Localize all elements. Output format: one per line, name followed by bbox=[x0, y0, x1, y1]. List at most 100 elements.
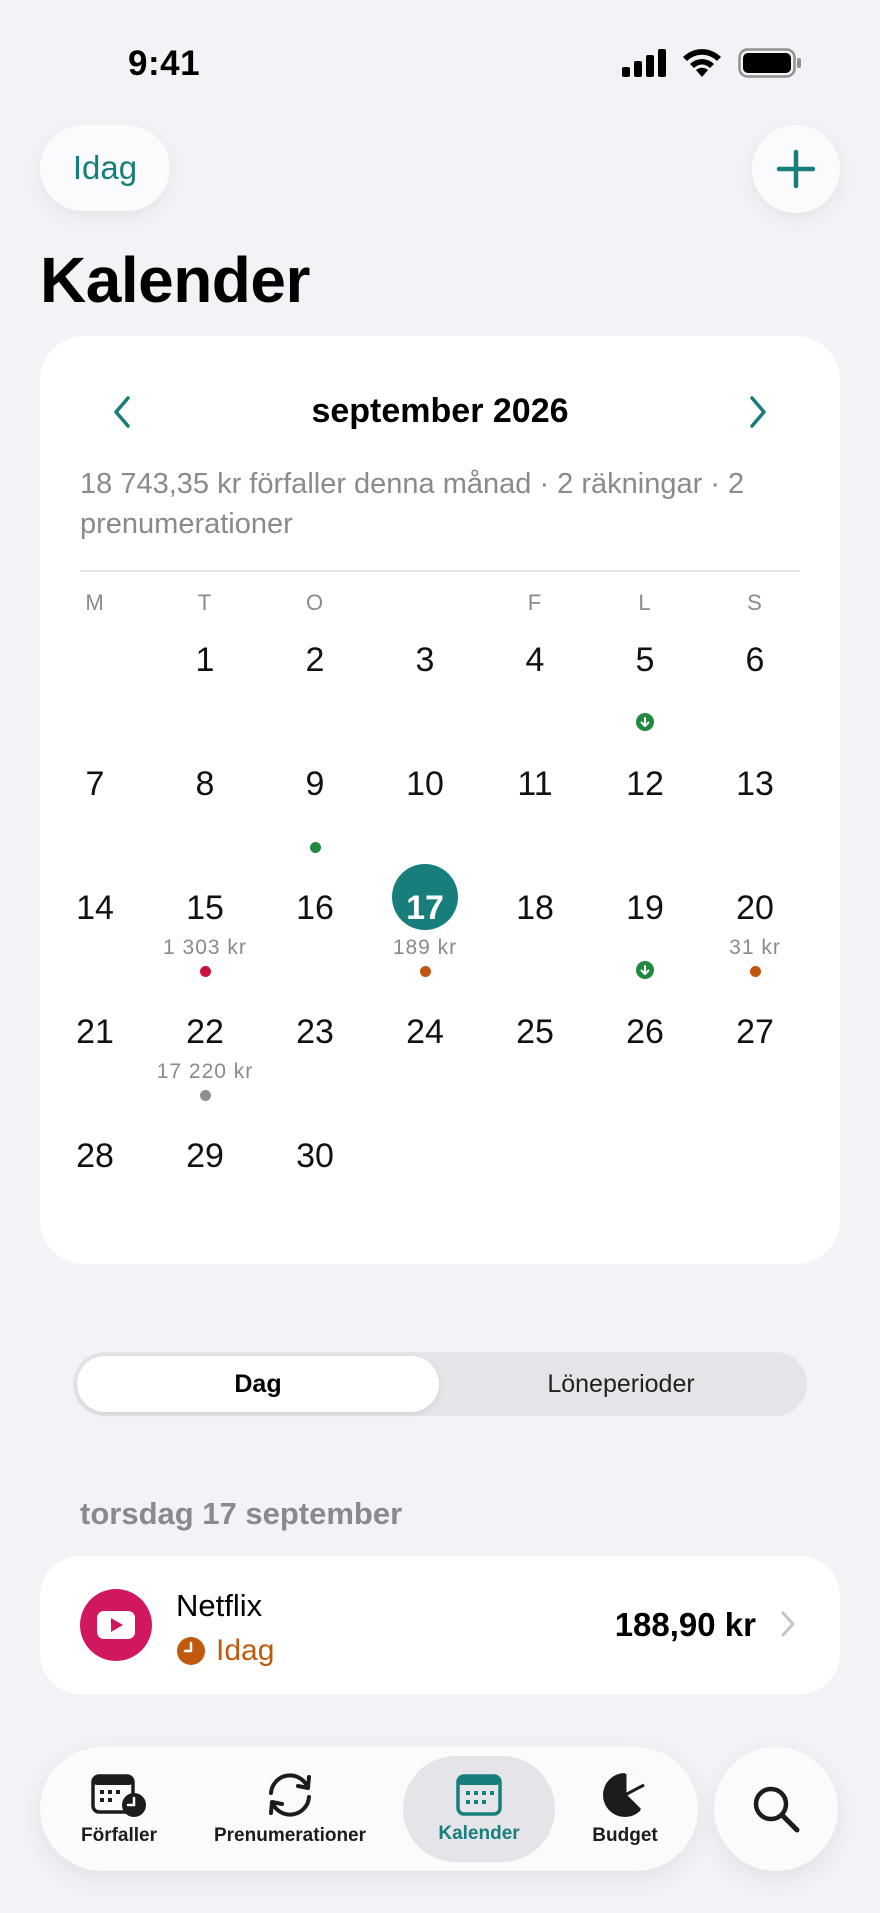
tab-due[interactable]: Förfaller bbox=[56, 1747, 182, 1871]
day-number: 27 bbox=[736, 1013, 774, 1051]
item-name: Netflix bbox=[176, 1588, 263, 1623]
day-amount: 17 220 kr bbox=[156, 1060, 254, 1083]
calendar-day-30[interactable]: 30 bbox=[260, 1136, 370, 1260]
event-dot bbox=[750, 966, 761, 977]
calendar-day-14[interactable]: 14 bbox=[40, 888, 150, 1012]
day-number: 9 bbox=[305, 765, 325, 803]
calendar-day-1[interactable]: 1 bbox=[150, 640, 260, 764]
income-marker-icon bbox=[636, 713, 654, 731]
clock-icon bbox=[177, 1637, 205, 1665]
netflix-logo bbox=[80, 1589, 152, 1661]
calendar-day-12[interactable]: 12 bbox=[590, 764, 700, 888]
calendar-day-23[interactable]: 23 bbox=[260, 1012, 370, 1136]
calendar-day-27[interactable]: 27 bbox=[700, 1012, 810, 1136]
calendar-day-25[interactable]: 25 bbox=[480, 1012, 590, 1136]
calendar-day-2[interactable]: 2 bbox=[260, 640, 370, 764]
tab-budget[interactable]: Budget bbox=[570, 1747, 680, 1871]
tab-label: Kalender bbox=[438, 1823, 520, 1844]
segment-day[interactable]: Dag bbox=[77, 1356, 439, 1412]
day-number: 18 bbox=[516, 889, 554, 927]
tab-bar: Förfaller Prenumerationer Kalender Budge… bbox=[40, 1747, 698, 1871]
calendar-day-19[interactable]: 19 bbox=[590, 888, 700, 1012]
refresh-icon bbox=[269, 1773, 311, 1817]
event-dot bbox=[200, 1090, 211, 1101]
search-icon bbox=[753, 1786, 800, 1833]
today-button[interactable]: Idag bbox=[40, 125, 170, 211]
page-title: Kalender bbox=[40, 244, 310, 316]
tab-label: Prenumerationer bbox=[213, 1825, 367, 1846]
calendar-grid: 1 2 3 4 5 6 7 8 9 10 11 12 13 14 15 1 303 kr 16 17 189 kr 1… bbox=[40, 336, 840, 1264]
segment-pay-periods[interactable]: Löneperioder bbox=[439, 1356, 803, 1412]
event-dot bbox=[200, 966, 211, 977]
day-number: 3 bbox=[415, 641, 435, 679]
selected-date-label: torsdag 17 september bbox=[80, 1496, 403, 1531]
day-number: 19 bbox=[626, 889, 664, 927]
calendar-day-3[interactable]: 3 bbox=[370, 640, 480, 764]
search-button[interactable] bbox=[714, 1747, 838, 1871]
chevron-right-icon bbox=[781, 1611, 795, 1637]
calendar-day-16[interactable]: 16 bbox=[260, 888, 370, 1012]
tab-subscriptions[interactable]: Prenumerationer bbox=[208, 1747, 372, 1871]
plus-icon bbox=[776, 149, 816, 189]
calendar-day-5[interactable]: 5 bbox=[590, 640, 700, 764]
day-number: 29 bbox=[186, 1137, 224, 1175]
event-dot bbox=[420, 966, 431, 977]
list-item[interactable]: Netflix Idag 188,90 kr bbox=[40, 1556, 840, 1694]
day-number: 25 bbox=[516, 1013, 554, 1051]
calendar-day-9[interactable]: 9 bbox=[260, 764, 370, 888]
calendar-day-28[interactable]: 28 bbox=[40, 1136, 150, 1260]
day-number: 28 bbox=[76, 1137, 114, 1175]
day-number: 17 bbox=[406, 889, 444, 927]
calendar-day-7[interactable]: 7 bbox=[40, 764, 150, 888]
day-number: 2 bbox=[305, 641, 325, 679]
day-amount: 1 303 kr bbox=[163, 936, 247, 959]
view-segmented-control: Dag Löneperioder bbox=[73, 1352, 807, 1416]
item-status-text: Idag bbox=[216, 1634, 275, 1667]
wifi-icon bbox=[683, 49, 721, 77]
tab-label: Budget bbox=[592, 1825, 658, 1846]
day-number: 23 bbox=[296, 1013, 334, 1051]
day-number: 16 bbox=[296, 889, 334, 927]
pie-chart-icon bbox=[603, 1772, 648, 1817]
cellular-signal-icon bbox=[622, 49, 666, 77]
day-number: 8 bbox=[195, 765, 215, 803]
calendar-day-22[interactable]: 22 17 220 kr bbox=[150, 1012, 260, 1136]
day-number: 7 bbox=[85, 765, 105, 803]
day-number: 26 bbox=[626, 1013, 664, 1051]
calendar-day-4[interactable]: 4 bbox=[480, 640, 590, 764]
day-number: 11 bbox=[517, 765, 553, 803]
item-status: Idag bbox=[176, 1634, 274, 1668]
calendar-day-24[interactable]: 24 bbox=[370, 1012, 480, 1136]
calendar-day-20[interactable]: 20 31 kr bbox=[700, 888, 810, 1012]
status-time: 9:41 bbox=[128, 44, 201, 83]
day-number: 20 bbox=[736, 889, 774, 927]
tab-label: Förfaller bbox=[80, 1825, 158, 1846]
play-icon bbox=[97, 1611, 135, 1639]
day-number: 21 bbox=[76, 1013, 114, 1051]
day-number: 30 bbox=[296, 1137, 334, 1175]
battery-icon bbox=[738, 48, 801, 78]
income-marker-icon bbox=[636, 961, 654, 979]
calendar-day-26[interactable]: 26 bbox=[590, 1012, 700, 1136]
calendar-day-6[interactable]: 6 bbox=[700, 640, 810, 764]
calendar-day-21[interactable]: 21 bbox=[40, 1012, 150, 1136]
calendar-day-15[interactable]: 15 1 303 kr bbox=[150, 888, 260, 1012]
calendar-clock-icon bbox=[91, 1774, 146, 1817]
day-amount: 31 kr bbox=[729, 936, 781, 959]
day-amount: 189 kr bbox=[392, 936, 458, 959]
tab-calendar[interactable]: Kalender bbox=[403, 1747, 555, 1871]
add-button[interactable] bbox=[752, 125, 840, 213]
calendar-day-29[interactable]: 29 bbox=[150, 1136, 260, 1260]
calendar-day-18[interactable]: 18 bbox=[480, 888, 590, 1012]
day-number: 5 bbox=[635, 641, 655, 679]
calendar-day-13[interactable]: 13 bbox=[700, 764, 810, 888]
day-number: 24 bbox=[406, 1013, 444, 1051]
event-dot bbox=[310, 842, 321, 853]
day-number: 10 bbox=[406, 765, 444, 803]
calendar-day-17[interactable]: 17 189 kr bbox=[370, 864, 480, 1012]
calendar-day-8[interactable]: 8 bbox=[150, 764, 260, 888]
calendar-day-11[interactable]: 11 bbox=[480, 764, 590, 888]
day-number: 14 bbox=[76, 889, 114, 927]
day-number: 4 bbox=[525, 641, 545, 679]
day-number: 13 bbox=[736, 765, 774, 803]
